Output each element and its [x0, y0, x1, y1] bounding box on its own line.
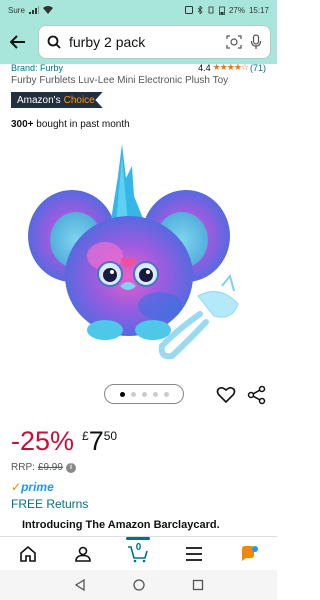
- battery-icon: [219, 6, 225, 15]
- system-home-icon[interactable]: [132, 579, 145, 591]
- price-fraction: 50: [103, 429, 118, 443]
- system-back-icon[interactable]: [74, 579, 86, 591]
- battery-percent: 27%: [228, 5, 245, 15]
- search-input[interactable]: furby 2 pack: [38, 25, 271, 59]
- nav-home[interactable]: [8, 539, 48, 569]
- wifi-icon: [42, 6, 53, 14]
- prime-word: prime: [21, 480, 54, 494]
- back-arrow-icon: [10, 35, 25, 49]
- nfc-icon: [184, 6, 193, 14]
- person-icon: [75, 546, 91, 562]
- bought-count: 300+ bought in past month: [11, 119, 130, 130]
- brand-row: Brand: Furby 4.4 ★★★★☆ (71): [11, 62, 266, 73]
- assistant-icon: [242, 545, 259, 561]
- product-title: Furby Furblets Luv-Lee Mini Electronic P…: [11, 75, 229, 86]
- rrp-label: RRP:: [11, 462, 35, 473]
- rrp-value: £9.99: [37, 462, 63, 473]
- barclaycard-promo[interactable]: Introducing The Amazon Barclaycard.: [22, 519, 220, 531]
- hamburger-menu-icon: [185, 546, 202, 561]
- carrier-label: Sure: [8, 5, 25, 15]
- wishlist-heart-icon[interactable]: [216, 385, 236, 405]
- vibrate-icon: [208, 6, 214, 14]
- free-returns-link[interactable]: FREE Returns: [11, 497, 88, 511]
- prime-check-icon: ✓: [11, 480, 22, 494]
- search-query: furby 2 pack: [69, 34, 146, 50]
- nav-rufus[interactable]: [229, 539, 269, 569]
- search-icon: [47, 35, 61, 49]
- nav-account[interactable]: [63, 539, 103, 569]
- status-bar: Sure 27% 15:17: [0, 0, 277, 20]
- price-current: £ 7 50: [82, 426, 117, 456]
- price-currency: £: [82, 429, 89, 443]
- share-icon[interactable]: [247, 385, 267, 405]
- carousel-dot-active[interactable]: [119, 391, 125, 397]
- bought-number: 300+: [11, 119, 34, 130]
- star-rating-icon: ★★★★☆: [212, 62, 249, 72]
- bought-text: bought in past month: [33, 119, 130, 130]
- back-button[interactable]: [6, 30, 30, 54]
- choice-word: Choice: [63, 94, 95, 106]
- carousel-dot[interactable]: [130, 391, 136, 397]
- search-header: furby 2 pack: [0, 20, 277, 64]
- cart-count: 0: [135, 541, 142, 553]
- brand-link[interactable]: Brand: Furby: [11, 63, 63, 73]
- image-carousel-indicator[interactable]: [104, 384, 184, 404]
- rating-count: (71): [249, 62, 266, 73]
- nav-menu[interactable]: [174, 539, 214, 569]
- system-navigation-bar: [0, 570, 277, 600]
- rating-summary[interactable]: 4.4 ★★★★☆ (71): [198, 62, 266, 73]
- system-recents-icon[interactable]: [192, 579, 204, 591]
- price-whole: 7: [88, 426, 104, 456]
- microphone-icon[interactable]: [250, 34, 262, 50]
- carousel-dot[interactable]: [163, 391, 169, 397]
- choice-prefix: Amazon's: [17, 94, 61, 106]
- carousel-dot[interactable]: [141, 391, 147, 397]
- bluetooth-icon: [197, 6, 203, 14]
- prime-badge: ✓prime: [11, 480, 54, 494]
- bottom-navigation: 0: [0, 536, 277, 570]
- amazons-choice-badge: Amazon's Choice: [11, 92, 103, 108]
- rating-value: 4.4: [198, 62, 211, 73]
- price-row: -25% £ 7 50: [11, 426, 117, 456]
- nav-cart[interactable]: 0: [118, 536, 158, 569]
- rrp-row: RRP: £9.99 i: [11, 462, 76, 473]
- carousel-dot[interactable]: [152, 391, 158, 397]
- discount-percent: -25%: [11, 426, 75, 456]
- signal-icon: [28, 6, 39, 14]
- clock: 15:17: [248, 5, 269, 15]
- info-icon[interactable]: i: [65, 462, 76, 473]
- home-icon: [19, 545, 36, 562]
- camera-icon[interactable]: [226, 35, 242, 49]
- product-image[interactable]: [0, 136, 277, 376]
